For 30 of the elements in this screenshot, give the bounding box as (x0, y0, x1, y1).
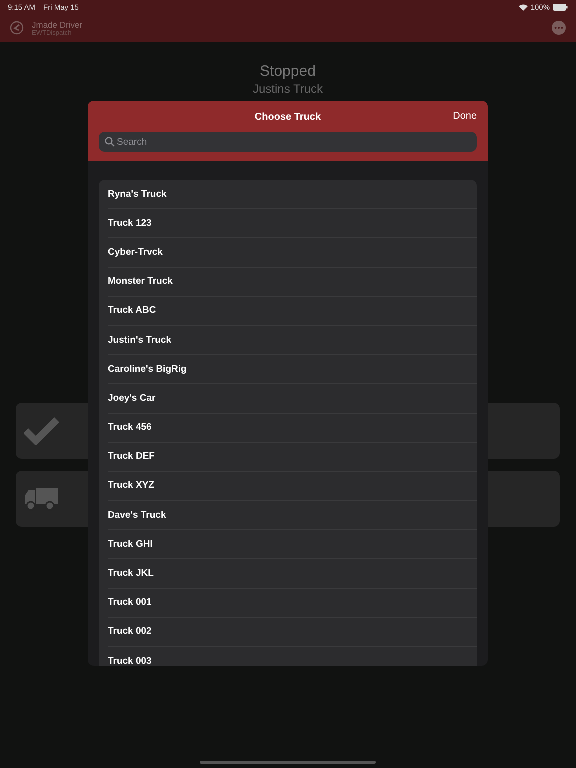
logo-icon (10, 21, 24, 35)
done-button[interactable]: Done (453, 109, 477, 124)
search-field[interactable]: Search (99, 132, 477, 152)
search-icon (105, 137, 115, 147)
truck-list-item[interactable]: Truck 003 (108, 656, 152, 666)
sheet-title: Choose Truck (254, 112, 322, 122)
truck-list-item[interactable]: Truck 001 (108, 597, 152, 608)
truck-list-item[interactable]: Truck 456 (108, 422, 152, 434)
truck-list-item[interactable]: Truck JKL (108, 568, 154, 580)
truck-list-item[interactable]: Truck GHI (108, 538, 153, 550)
wifi-icon (518, 4, 528, 10)
truck-name: Justins Truck (252, 82, 324, 96)
truck-list-item[interactable]: Caroline's BigRig (108, 364, 187, 375)
app-title: Jmade Driver (32, 20, 83, 30)
truck-list-item[interactable]: Monster Truck (108, 276, 173, 288)
truck-list-item[interactable]: Truck ABC (108, 305, 156, 316)
truck-list-item[interactable]: Justin's Truck (108, 334, 172, 346)
checkmark-icon (24, 417, 59, 445)
battery-icon (553, 4, 568, 10)
more-icon[interactable] (552, 21, 566, 35)
truck-list-item[interactable]: Truck XYZ (108, 480, 154, 492)
trip-status: Stopped (260, 63, 316, 80)
truck-icon (24, 488, 58, 510)
truck-list-item[interactable]: Truck 002 (108, 626, 152, 638)
truck-list-item[interactable]: Cyber-Trvck (108, 246, 163, 258)
truck-list-item[interactable]: Joey's Car (108, 392, 156, 404)
truck-list-item[interactable]: Dave's Truck (108, 510, 166, 521)
truck-list-item[interactable]: Truck 123 (108, 218, 152, 229)
truck-list-item[interactable]: Ryna's Truck (108, 188, 167, 200)
truck-list-item[interactable]: Truck DEF (108, 451, 155, 462)
